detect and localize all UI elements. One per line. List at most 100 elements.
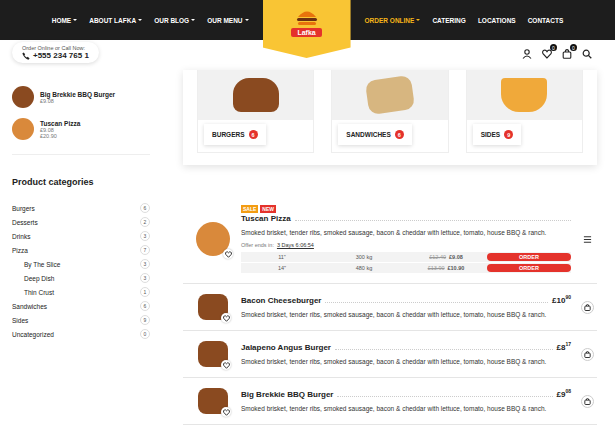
bag-icon [584,351,591,358]
cart-badge: 0 [570,44,577,51]
product-name[interactable]: Big Brekkie BBQ Burger [241,390,333,399]
cart-button[interactable]: 0 [561,48,573,60]
page: HOME ABOUT LAFKA OUR BLOG OUR MENU Lafka ORDE… [0,0,615,430]
category-tile[interactable]: SANDWICHES6 [331,70,448,153]
call-pill[interactable]: Order Online or Call Now:+555 234 765 1 [12,42,99,63]
caret-icon [73,19,77,21]
wishlist-button[interactable] [221,407,231,417]
call-label: Order Online or Call Now: [22,45,89,51]
category-count: 6 [395,130,404,139]
category-item[interactable]: Desserts2 [12,215,150,229]
variation-row: 11"300 kg£12.40£9.08ORDER [241,252,571,262]
list-icon[interactable] [583,235,592,244]
nav-right: ORDER ONLINE CATERING LOCATIONS CONTACTS [365,17,564,24]
product-image [12,118,34,140]
product-image [196,222,230,256]
nav-item[interactable]: LOCATIONS [478,17,516,24]
mini-cart-item[interactable]: Tuscan Pizza£9.08£20.90 [12,116,150,142]
call-phone: +555 234 765 1 [22,51,89,60]
user-icon [522,49,532,59]
category-count: 2 [140,217,150,227]
category-count: 7 [140,245,150,255]
category-count: 3 [140,259,150,269]
wishlist-button[interactable] [221,360,231,370]
category-image [198,70,313,120]
mini-cart-price: £9.08 [40,127,80,133]
category-item[interactable]: Pizza7 [12,243,150,257]
product-image [198,388,228,414]
category-count: 9 [504,130,513,139]
categories-title: Product categories [12,177,150,187]
heart-icon [223,362,230,369]
account-button[interactable] [521,48,533,60]
category-count: 6 [140,301,150,311]
product-name[interactable]: Tuscan Pizza [241,214,291,223]
nav-item[interactable]: OUR BLOG [154,17,195,24]
top-nav: HOME ABOUT LAFKA OUR BLOG OUR MENU Lafka ORDE… [0,0,615,40]
category-item[interactable]: Deep Dish3 [12,271,150,285]
wishlist-badge: 0 [550,44,557,51]
category-item[interactable]: Drinks3 [12,229,150,243]
add-to-cart-button[interactable] [581,301,594,314]
order-button[interactable]: ORDER [487,253,571,261]
search-icon [582,49,592,59]
category-count: 1 [140,287,150,297]
category-count: 9 [140,315,150,325]
mini-cart-price: £20.90 [40,133,80,139]
nav-item[interactable]: CONTACTS [528,17,564,24]
add-to-cart-button[interactable] [581,348,594,361]
product-badge: NEW [260,205,276,213]
product-image [198,294,228,320]
nav-item[interactable]: HOME [52,17,78,24]
category-item[interactable]: Burgers6 [12,201,150,215]
category-count: 6 [140,203,150,213]
caret-icon [245,19,249,21]
sidebar: Big Brekkie BBQ Burger£9.08Tuscan Pizza£… [12,70,150,425]
leader-line [295,220,571,221]
nav-item[interactable]: OUR MENU [207,17,248,24]
mini-cart-price: £9.08 [40,98,115,104]
wishlist-button[interactable] [221,313,231,323]
product-price: £817 [557,341,571,352]
add-to-cart-button[interactable] [581,395,594,408]
product-price: £908 [557,388,571,399]
product-name[interactable]: Jalapeno Angus Burger [241,343,331,352]
caret-icon [191,19,195,21]
offer-countdown: Offer ends in:3 Days 6:06:54 [241,242,571,248]
category-item[interactable]: By The Slice3 [12,257,150,271]
burger-logo-icon [296,9,318,27]
category-tile[interactable]: BURGERS6 [197,70,314,153]
category-tile[interactable]: SIDES9 [466,70,583,153]
product-description: Smoked brisket, tender ribs, smoked saus… [241,229,571,236]
product-row: Jalapeno Angus Burger£817Smoked brisket,… [183,331,597,378]
wishlist-button[interactable] [223,249,233,259]
product-name[interactable]: Bacon Cheeseburger [241,296,321,305]
mini-cart-name: Big Brekkie BBQ Burger [40,91,115,98]
logo[interactable]: Lafka [263,0,351,58]
order-button[interactable]: ORDER [487,264,571,272]
category-count: 6 [249,130,258,139]
nav-item[interactable]: CATERING [432,17,465,24]
category-item[interactable]: Uncategorized0 [12,327,150,341]
mini-cart-item[interactable]: Big Brekkie BBQ Burger£9.08 [12,84,150,110]
variation-row: 14"480 kg£13.90£10.90ORDER [241,263,571,273]
content: Big Brekkie BBQ Burger£9.08Tuscan Pizza£… [0,70,615,425]
category-count: 3 [140,231,150,241]
category-item[interactable]: Thin Crust1 [12,285,150,299]
search-button[interactable] [581,48,593,60]
bag-icon [584,398,591,405]
nav-item[interactable]: ORDER ONLINE [365,17,421,24]
category-item[interactable]: Sides9 [12,313,150,327]
product-image [12,86,34,108]
logo-text: Lafka [291,28,321,37]
logo-slot: Lafka [263,0,351,40]
wishlist-button[interactable]: 0 [541,48,553,60]
caret-icon [416,19,420,21]
product-row: Bacon Cheeseburger£1090Smoked brisket, t… [183,284,597,331]
nav-item[interactable]: ABOUT LAFKA [89,17,142,24]
product-image [198,341,228,367]
heart-icon [542,49,552,59]
product-list: SALENEWTuscan PizzaSmoked brisket, tende… [183,195,597,425]
nav-left: HOME ABOUT LAFKA OUR BLOG OUR MENU [52,17,249,24]
category-item[interactable]: Sandwiches6 [12,299,150,313]
